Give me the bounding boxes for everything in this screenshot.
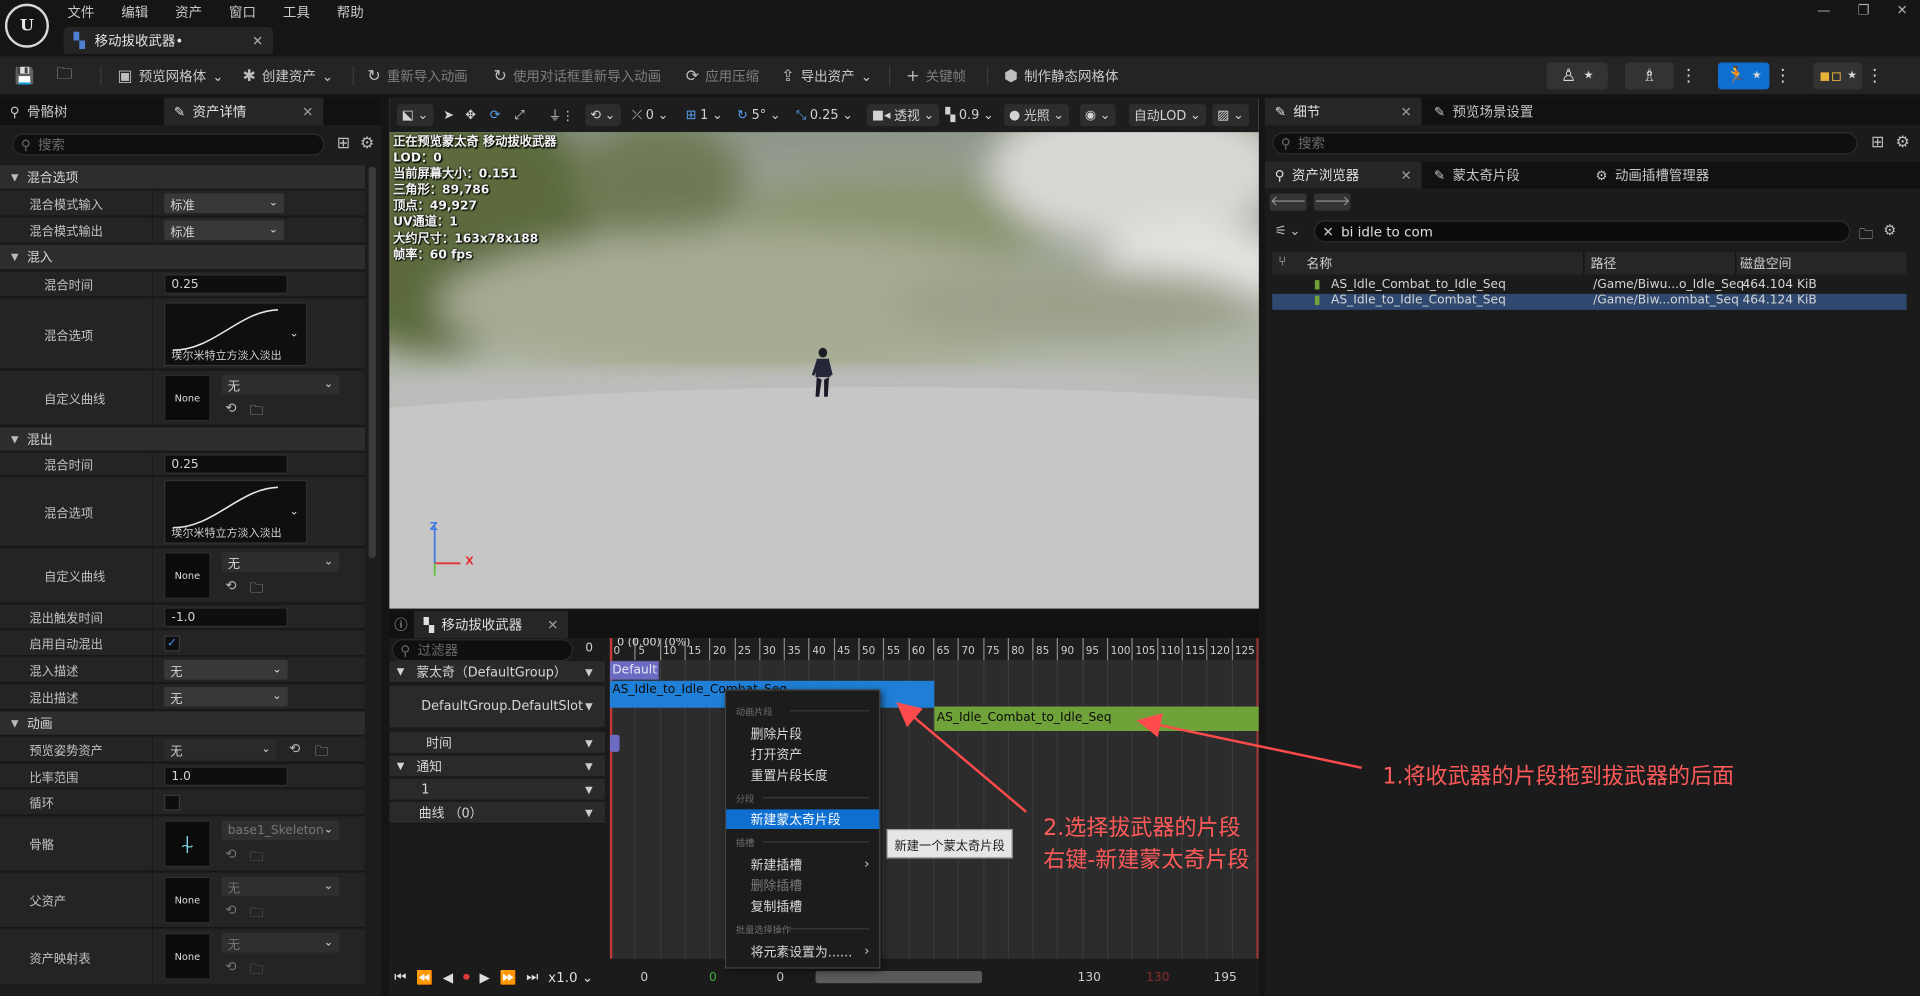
annotation-arrow-1 <box>1136 713 1362 769</box>
annotation-step-2-line-1: 2.选择拔武器的片段 <box>1043 815 1241 842</box>
annotation-arrows <box>896 702 1362 813</box>
annotation-step-1: 1.将收武器的片段拖到拔武器的后面 <box>1382 764 1735 790</box>
annotation-step-2-line-2: 右键-新建蒙太奇片段 <box>1043 847 1250 874</box>
annotation-arrow-2 <box>896 702 1027 813</box>
